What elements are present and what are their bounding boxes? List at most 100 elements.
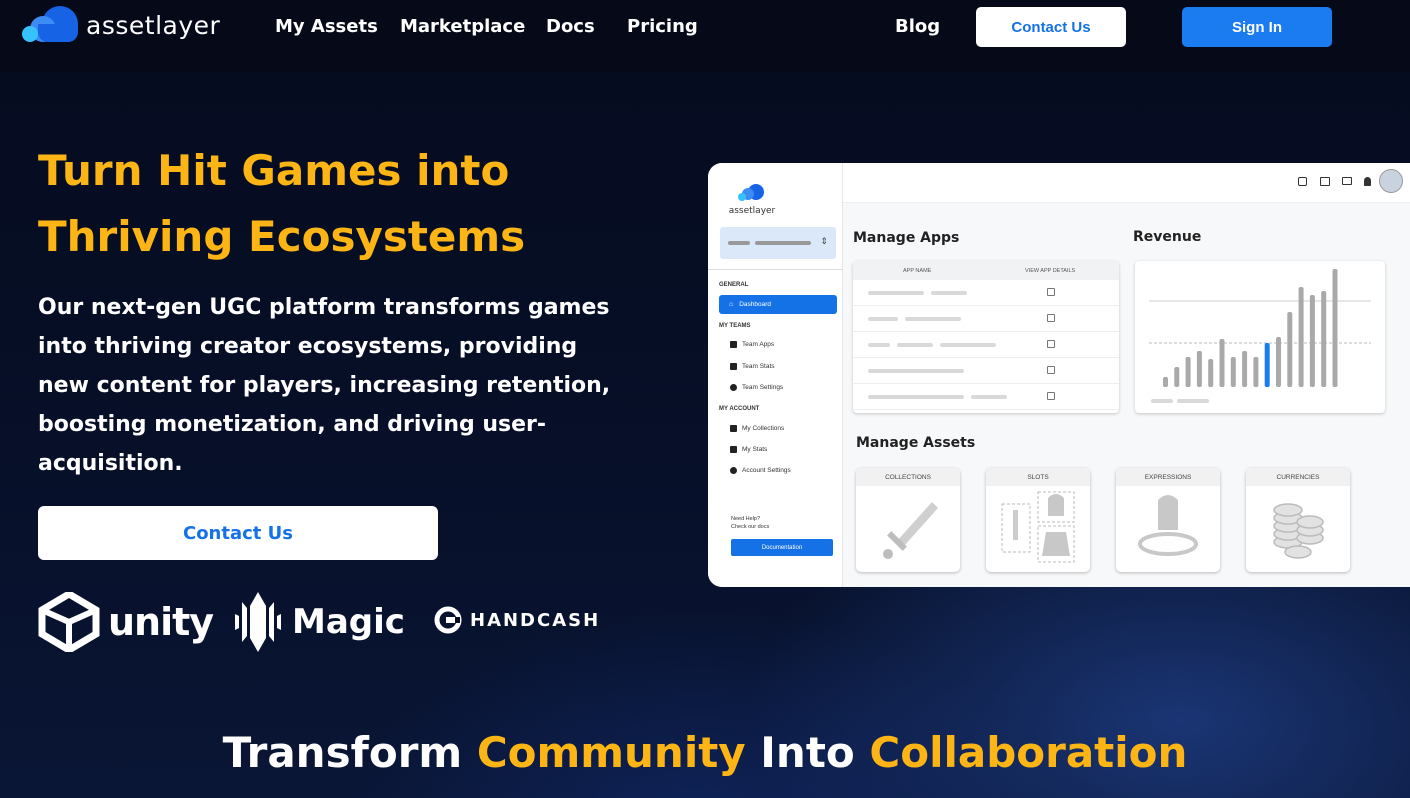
home-icon: ⌂ [729,301,734,308]
sidebar-item-label: Team Settings [742,384,784,391]
dashboard-sidebar: assetlayer ⇕ GENERAL ⌂ Dashboard MY TEAM… [708,163,843,587]
revenue-bar [1185,357,1191,387]
sidebar-item-dashboard[interactable]: ⌂ Dashboard [719,295,837,314]
sign-in-button[interactable]: Sign In [1182,7,1332,47]
coins-icon [1273,503,1324,559]
asset-card-slots[interactable]: SLOTS [986,468,1090,572]
sidebar-item-team-stats[interactable]: Team Stats [730,363,775,370]
table-row[interactable] [853,384,1119,410]
manage-assets-title: Manage Assets [856,435,976,451]
sidebar-item-my-stats[interactable]: My Stats [730,446,767,453]
grid-icon [730,341,737,348]
nav-my-assets[interactable]: My Assets [275,16,378,37]
placeholder-text [931,291,967,295]
external-link-icon[interactable] [1047,392,1055,400]
dashboard-topbar [843,163,1410,203]
dashboard-main: Manage Apps APP NAME VIEW APP DETAILS Re… [843,163,1410,587]
hero-contact-button[interactable]: Contact Us [38,506,438,560]
revenue-bar [1264,343,1270,387]
table-row[interactable] [853,332,1119,358]
bell-icon[interactable] [1364,177,1371,186]
store-icon[interactable] [1320,177,1330,186]
cloud-logo-icon [20,6,80,44]
external-link-icon[interactable] [1047,288,1055,296]
table-row[interactable] [853,306,1119,332]
external-link-icon[interactable] [1047,314,1055,322]
placeholder-text [1151,399,1173,403]
nav-marketplace[interactable]: Marketplace [400,16,525,37]
sidebar-item-label: Team Apps [742,341,775,348]
bar-chart-icon [730,363,737,370]
sidebar-heading-my-account: MY ACCOUNT [719,406,760,412]
revenue-title: Revenue [1133,229,1202,245]
revenue-bar [1196,351,1202,387]
avatar[interactable] [1379,169,1403,193]
message-icon[interactable] [1342,177,1352,185]
help-heading: Need Help? [731,516,761,522]
asset-card-label: COLLECTIONS [856,468,960,486]
sidebar-item-my-collections[interactable]: My Collections [730,425,784,432]
section-heading: Transform Community Into Collaboration [0,728,1410,777]
revenue-bar [1321,291,1327,387]
placeholder-text [868,291,924,295]
team-selector[interactable]: ⇕ [720,227,836,259]
documentation-button[interactable]: Documentation [731,539,833,556]
table-row[interactable] [853,358,1119,384]
asset-card-collections[interactable]: COLLECTIONS [856,468,960,572]
nav-blog[interactable]: Blog [895,16,940,37]
revenue-bar [1219,339,1225,387]
dashboard-brand-name: assetlayer [728,206,776,216]
sidebar-item-label: My Collections [742,425,785,432]
revenue-bar [1253,357,1259,387]
placeholder-text [868,395,964,399]
sidebar-heading-my-teams: MY TEAMS [719,323,751,329]
chevron-updown-icon: ⇕ [820,236,828,246]
sidebar-item-label: Account Settings [742,467,791,474]
apps-table-header: APP NAME VIEW APP DETAILS [853,261,1119,280]
top-navigation-bar: assetlayer My Assets Marketplace Docs Pr… [0,0,1410,72]
sidebar-item-team-settings[interactable]: Team Settings [730,384,783,391]
asset-card-label: CURRENCIES [1246,468,1350,486]
dashboard-preview: assetlayer ⇕ GENERAL ⌂ Dashboard MY TEAM… [708,163,1410,587]
partner-unity-label: unity [108,600,214,644]
external-link-icon[interactable] [1047,340,1055,348]
table-row[interactable] [853,280,1119,306]
revenue-bar [1298,287,1304,387]
revenue-bar [1163,377,1168,387]
gear-icon [730,467,737,474]
brand-name: assetlayer [86,10,221,40]
wallet-icon[interactable] [1298,177,1307,186]
apps-table: APP NAME VIEW APP DETAILS [853,261,1119,413]
revenue-bar [1332,269,1338,387]
partner-magic-label: Magic [292,602,405,642]
revenue-bar [1309,295,1315,387]
nav-pricing[interactable]: Pricing [627,16,698,37]
sidebar-item-label: Dashboard [739,301,772,308]
asset-card-currencies[interactable]: CURRENCIES [1246,468,1350,572]
revenue-bar [1174,367,1180,387]
external-link-icon[interactable] [1047,366,1055,374]
placeholder-text [1177,399,1209,403]
asset-card-label: EXPRESSIONS [1116,468,1220,486]
asset-card-expressions[interactable]: EXPRESSIONS [1116,468,1220,572]
heading-word-highlight: Collaboration [869,728,1188,777]
brand-logo[interactable]: assetlayer [20,6,220,44]
heading-word: Transform [222,728,463,777]
nav-docs[interactable]: Docs [546,16,595,37]
placeholder-text [897,343,933,347]
revenue-bar [1208,359,1214,387]
sidebar-item-account-settings[interactable]: Account Settings [730,467,791,474]
cloud-logo-icon [738,184,764,201]
placeholder-text [905,317,961,321]
revenue-bar [1287,312,1293,387]
expressions-icon [1138,495,1198,556]
dashboard-brand: assetlayer [722,183,782,216]
contact-us-button[interactable]: Contact Us [976,7,1126,47]
placeholder-text [971,395,1007,399]
placeholder-text [868,343,890,347]
partner-unity: unity [38,592,214,652]
asset-card-label: SLOTS [986,468,1090,486]
revenue-bar [1242,351,1248,387]
sidebar-item-team-apps[interactable]: Team Apps [730,341,774,348]
revenue-bar [1230,357,1236,387]
